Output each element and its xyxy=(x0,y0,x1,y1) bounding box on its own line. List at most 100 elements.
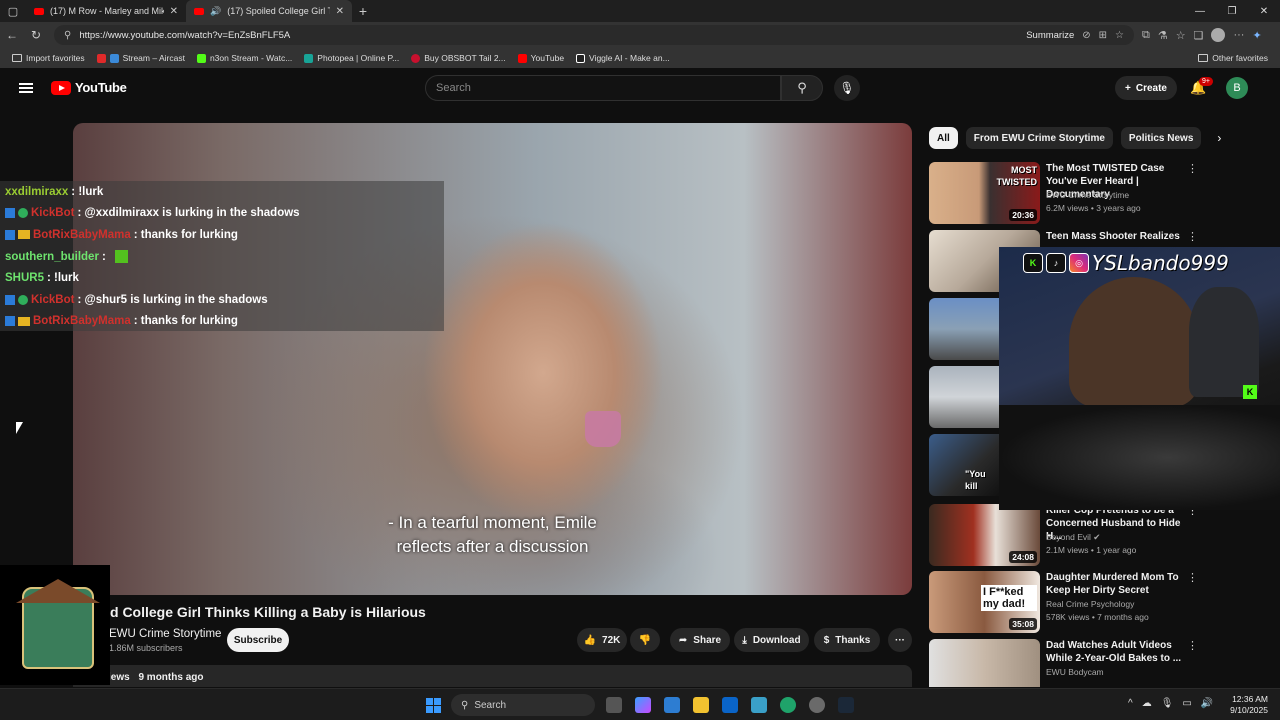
channel-name[interactable]: Beyond Evil ✔ xyxy=(1046,532,1100,543)
bookmark-import[interactable]: Import favorites xyxy=(6,53,91,63)
youtube-logo[interactable]: YouTube xyxy=(51,80,127,95)
youtube-icon xyxy=(517,53,527,63)
close-tab-icon[interactable]: ✕ xyxy=(336,6,344,17)
like-button[interactable]: 👍 72K xyxy=(577,628,627,652)
browser-tab[interactable]: (17) M Row - Marley and Mike (O ✕ xyxy=(26,0,186,22)
dislike-button[interactable]: 👎 xyxy=(630,628,660,652)
store-icon[interactable] xyxy=(664,697,680,713)
roof-shape xyxy=(16,579,100,603)
recommended-video[interactable]: 24:08 Killer Cop Pretends to be a Concer… xyxy=(929,504,1199,566)
bookmark-youtube[interactable]: YouTube xyxy=(512,53,570,63)
search-button[interactable]: ⚲ xyxy=(781,75,823,101)
system-clock[interactable]: 12:36 AM 9/10/2025 xyxy=(1228,694,1268,716)
more-actions-button[interactable]: ··· xyxy=(888,628,912,652)
new-tab-button[interactable]: + xyxy=(352,3,374,19)
bookmark-n3on[interactable]: n3on Stream - Watc... xyxy=(191,53,298,63)
apps-icon[interactable]: ⊞ xyxy=(1099,30,1107,41)
other-favorites[interactable]: Other favorites xyxy=(1198,53,1280,63)
download-button[interactable]: ⤓ Download xyxy=(734,628,809,652)
summarize-button[interactable]: Summarize xyxy=(1026,30,1074,41)
extensions-icon[interactable]: ⧉ xyxy=(1142,29,1150,42)
chip-politics-news[interactable]: Politics News xyxy=(1120,127,1202,149)
bookmark-aircast[interactable]: Stream – Aircast xyxy=(91,53,191,63)
share-button[interactable]: ➦ Share xyxy=(670,628,730,652)
chip-from-channel[interactable]: From EWU Crime Storytime xyxy=(965,127,1113,149)
minimize-icon[interactable]: — xyxy=(1184,6,1216,17)
video-thumbnail[interactable]: MOST TWISTED 20:36 xyxy=(929,162,1040,224)
subscribe-button[interactable]: Subscribe xyxy=(227,628,289,652)
site-info-icon[interactable]: ⚲ xyxy=(64,30,71,41)
outlook-icon[interactable] xyxy=(722,697,738,713)
video-thumbnail[interactable] xyxy=(929,298,999,360)
cat-emote-overlay xyxy=(585,411,621,447)
obsbot-icon xyxy=(411,53,421,63)
bookmark-photopea[interactable]: Photopea | Online P... xyxy=(298,53,405,63)
refresh-icon[interactable]: ↻ xyxy=(24,28,48,42)
chip-all[interactable]: All xyxy=(929,127,958,149)
more-options-icon[interactable]: ⋮ xyxy=(1187,639,1198,652)
tab-actions-icon[interactable]: ▢ xyxy=(0,0,26,22)
more-menu-icon[interactable]: ··· xyxy=(1233,29,1244,41)
recommended-video[interactable]: Dad Watches Adult Videos While 2-Year-Ol… xyxy=(929,639,1199,687)
obs-icon[interactable] xyxy=(809,697,825,713)
more-options-icon[interactable]: ⋮ xyxy=(1187,230,1198,243)
windows-start-icon[interactable] xyxy=(426,698,441,713)
channel-name[interactable]: EWU Bodycam xyxy=(1046,667,1104,677)
steam-icon[interactable] xyxy=(838,697,854,713)
split-screen-icon[interactable]: ⚗ xyxy=(1158,29,1168,42)
menu-icon[interactable] xyxy=(19,83,33,93)
profile-icon[interactable] xyxy=(1211,28,1226,42)
channel-name[interactable]: EWU Crime Storytime xyxy=(1046,190,1129,200)
restore-icon[interactable]: ❐ xyxy=(1216,6,1248,17)
youtube-favicon-icon xyxy=(34,7,44,15)
browser-tab-active[interactable]: 🔊 (17) Spoiled College Girl Thi ✕ xyxy=(186,0,352,22)
edge-icon[interactable] xyxy=(780,697,796,713)
photos-icon[interactable] xyxy=(751,697,767,713)
thanks-button[interactable]: $ Thanks xyxy=(814,628,880,652)
back-icon[interactable]: ← xyxy=(0,28,24,42)
close-tab-icon[interactable]: ✕ xyxy=(170,6,178,17)
video-title[interactable]: Daughter Murdered Mom To Keep Her Dirty … xyxy=(1046,571,1186,597)
account-avatar[interactable]: B xyxy=(1226,77,1248,99)
video-title[interactable]: Dad Watches Adult Videos While 2-Year-Ol… xyxy=(1046,639,1186,665)
monitor-icon[interactable]: ▭ xyxy=(1182,698,1191,709)
file-explorer-icon[interactable] xyxy=(693,697,709,713)
copilot-icon[interactable]: ✦ xyxy=(1252,29,1261,42)
volume-icon[interactable]: 🔊 xyxy=(1201,698,1213,709)
bookmark-viggle[interactable]: Viggle AI - Make an... xyxy=(570,53,676,63)
read-aloud-icon[interactable]: ⊘ xyxy=(1082,30,1090,41)
audio-playing-icon[interactable]: 🔊 xyxy=(210,6,221,17)
close-window-icon[interactable]: ✕ xyxy=(1248,6,1280,17)
url-field[interactable]: ⚲ https://www.youtube.com/watch?v=EnZsBn… xyxy=(54,25,1134,45)
recommended-video[interactable]: I F**ked my dad! 35:08 Daughter Murdered… xyxy=(929,571,1199,633)
more-options-icon[interactable]: ⋮ xyxy=(1187,162,1198,175)
bookmark-obsbot[interactable]: Buy OBSBOT Tail 2... xyxy=(405,53,511,63)
network-icon[interactable]: ☁ xyxy=(1142,698,1152,709)
more-options-icon[interactable]: ⋮ xyxy=(1187,571,1198,584)
video-thumbnail[interactable]: 24:08 xyxy=(929,504,1040,566)
video-thumbnail[interactable] xyxy=(929,639,1040,687)
mic-tray-icon[interactable]: 🎙 xyxy=(1161,698,1174,709)
collections-icon[interactable]: ❏ xyxy=(1194,29,1204,42)
microphone-icon: 🎙 xyxy=(839,81,855,95)
favorites-icon[interactable]: ☆ xyxy=(1176,29,1186,42)
channel-name[interactable]: Real Crime Psychology xyxy=(1046,599,1134,609)
search-input[interactable]: Search xyxy=(425,75,781,101)
video-thumbnail[interactable]: "You kill xyxy=(929,434,999,496)
video-title[interactable]: Teen Mass Shooter Realizes xyxy=(1046,230,1186,243)
favorite-star-icon[interactable]: ☆ xyxy=(1115,30,1124,41)
taskbar-search[interactable]: ⚲ Search xyxy=(451,694,595,716)
bot-badge-icon xyxy=(5,294,15,305)
voice-search-button[interactable]: 🎙 xyxy=(834,75,860,101)
video-thumbnail[interactable]: I F**ked my dad! 35:08 xyxy=(929,571,1040,633)
chevron-up-icon[interactable]: ^ xyxy=(1128,698,1133,709)
chevron-right-icon[interactable]: › xyxy=(1217,131,1221,145)
import-icon xyxy=(12,54,22,62)
recommended-video[interactable]: MOST TWISTED 20:36 The Most TWISTED Case… xyxy=(929,162,1199,224)
copilot-app-icon[interactable] xyxy=(635,697,651,713)
task-view-icon[interactable] xyxy=(606,697,622,713)
video-duration: 35:08 xyxy=(1009,618,1037,630)
video-thumbnail[interactable] xyxy=(929,366,999,428)
create-button[interactable]: + Create xyxy=(1115,76,1177,100)
channel-name[interactable]: EWU Crime Storytime xyxy=(109,628,221,640)
